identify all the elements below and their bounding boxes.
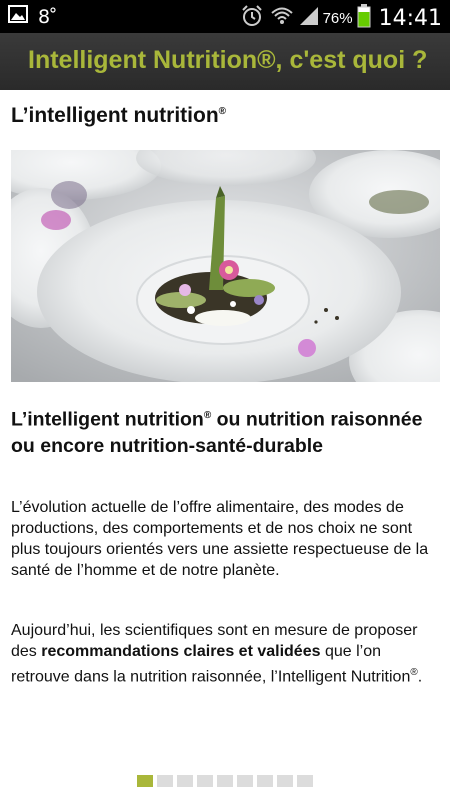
page-indicator[interactable] xyxy=(137,775,317,787)
action-bar: Intelligent Nutrition®, c'est quoi ? xyxy=(0,33,450,90)
paragraph-intro: L’évolution actuelle de l’offre alimenta… xyxy=(11,499,429,579)
page-dot-4[interactable] xyxy=(197,775,213,787)
registered-mark: ® xyxy=(218,106,227,117)
clock: 14:41 xyxy=(378,6,442,31)
page-dot-6[interactable] xyxy=(237,775,253,787)
screen-title: Intelligent Nutrition®, c'est quoi ? xyxy=(28,46,428,74)
page-dot-8[interactable] xyxy=(277,775,293,787)
article-subheading: L’intelligent nutrition® ou nutrition ra… xyxy=(11,408,423,457)
page-dot-9[interactable] xyxy=(297,775,313,787)
article-content[interactable]: L’intelligent nutrition® L’intelligent n… xyxy=(0,90,450,770)
page-dot-2[interactable] xyxy=(157,775,173,787)
page-dot-1[interactable] xyxy=(137,775,153,787)
bold-emphasis: recommandations claires et validées xyxy=(41,643,321,660)
paragraph-recommendations: Aujourd’hui, les scientifiques sont en m… xyxy=(11,622,423,686)
notification-count: 8 xyxy=(38,5,51,28)
status-bar: 8 76% 14:41 xyxy=(0,0,450,33)
page-dot-3[interactable] xyxy=(177,775,193,787)
page-dot-7[interactable] xyxy=(257,775,273,787)
page-dot-5[interactable] xyxy=(217,775,233,787)
signal-icon xyxy=(299,6,319,31)
battery-icon xyxy=(357,4,371,33)
alarm-icon xyxy=(241,5,263,32)
gallery-icon xyxy=(8,5,28,28)
degree-dot-icon xyxy=(50,7,56,26)
registered-mark: ® xyxy=(410,667,418,678)
article-heading: L’intelligent nutrition® xyxy=(11,104,227,127)
plated-dish-photo xyxy=(11,150,440,382)
battery-percent: 76% xyxy=(322,10,353,27)
wifi-icon xyxy=(270,6,293,31)
